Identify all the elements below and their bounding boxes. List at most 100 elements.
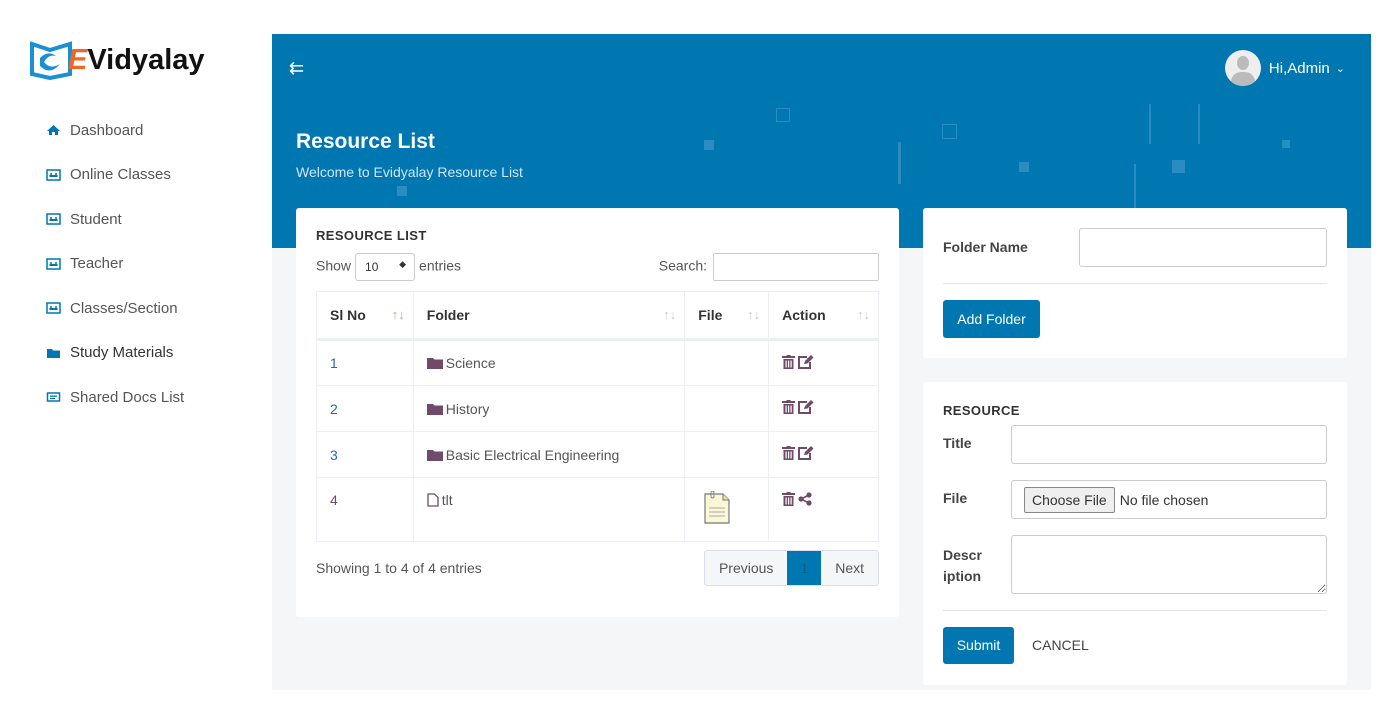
cancel-button[interactable]: CANCEL bbox=[1032, 637, 1089, 653]
sidebar-item-label: Study Materials bbox=[70, 344, 174, 362]
column-header-sl-no[interactable]: Sl No ↑↓ bbox=[316, 291, 414, 341]
action-cell bbox=[768, 477, 879, 542]
file-input[interactable]: Choose File No file chosen bbox=[1011, 480, 1327, 519]
sidebar: E Vidyalay Dashboard Online Classes Student… bbox=[0, 0, 272, 728]
pagination: Previous 1 Next bbox=[703, 550, 879, 586]
folder-icon bbox=[46, 347, 70, 359]
file-cell bbox=[684, 385, 770, 432]
search-label: Search: bbox=[658, 257, 707, 274]
sidebar-item-label: Dashboard bbox=[70, 121, 144, 139]
sl-no: 2 bbox=[316, 385, 414, 432]
presentation-icon bbox=[46, 169, 70, 181]
edit-icon[interactable] bbox=[798, 400, 814, 414]
trash-icon[interactable] bbox=[782, 446, 796, 460]
folder-cell[interactable]: History bbox=[412, 385, 686, 432]
sort-icon: ↑↓ bbox=[663, 307, 677, 322]
description-label: Descr iption bbox=[943, 547, 982, 584]
search-input[interactable] bbox=[713, 253, 879, 281]
choose-file-button[interactable]: Choose File bbox=[1024, 486, 1115, 513]
sidebar-item-classes-section[interactable]: Classes/Section bbox=[46, 286, 184, 331]
submit-button[interactable]: Submit bbox=[943, 627, 1014, 664]
sidebar-item-study-materials[interactable]: Study Materials bbox=[46, 331, 184, 376]
user-menu[interactable]: Hi,Admin ⌄ bbox=[1224, 50, 1345, 86]
sidebar-item-label: Shared Docs List bbox=[70, 388, 185, 406]
sidebar-item-dashboard[interactable]: Dashboard bbox=[46, 108, 184, 153]
folder-cell[interactable]: Science bbox=[412, 339, 686, 386]
file-cell bbox=[684, 431, 770, 478]
folder-icon bbox=[426, 403, 443, 415]
table-row: 4 tlt bbox=[316, 477, 879, 542]
show-label: Show bbox=[316, 257, 352, 274]
sidebar-item-student[interactable]: Student bbox=[46, 197, 184, 242]
table-row: 1 Science bbox=[316, 339, 879, 386]
column-header-folder[interactable]: Folder ↑↓ bbox=[412, 291, 686, 341]
trash-icon[interactable] bbox=[782, 492, 796, 506]
table-info: Showing 1 to 4 of 4 entries bbox=[316, 560, 482, 576]
trash-icon[interactable] bbox=[782, 354, 796, 369]
presentation-icon bbox=[46, 258, 70, 270]
sidebar-item-shared-docs-list[interactable]: Shared Docs List bbox=[46, 375, 184, 420]
sl-no: 1 bbox=[316, 339, 414, 386]
file-status: No file chosen bbox=[1119, 491, 1209, 508]
title-label: Title bbox=[943, 435, 972, 451]
resource-heading: RESOURCE bbox=[943, 403, 1020, 418]
user-greeting: Hi,Admin bbox=[1268, 59, 1330, 77]
sl-no: 3 bbox=[316, 431, 414, 478]
edit-icon[interactable] bbox=[798, 446, 814, 460]
presentation-icon bbox=[46, 302, 70, 314]
document-thumbnail-icon[interactable] bbox=[703, 490, 731, 525]
sidebar-nav: Dashboard Online Classes Student Teacher Cla… bbox=[46, 108, 184, 420]
sidebar-item-label: Teacher bbox=[70, 255, 124, 273]
sort-icon: ↑↓ bbox=[747, 307, 761, 322]
sidebar-item-label: Classes/Section bbox=[70, 299, 178, 317]
presentation-icon bbox=[46, 213, 70, 225]
sl-no: 4 bbox=[316, 477, 414, 542]
file-cell bbox=[684, 339, 770, 386]
folder-icon bbox=[426, 449, 443, 461]
column-header-action[interactable]: Action ↑↓ bbox=[768, 291, 879, 341]
page-title: Resource List bbox=[296, 130, 435, 153]
page-subtitle: Welcome to Evidyalay Resource List bbox=[296, 164, 523, 180]
file-cell bbox=[684, 477, 770, 542]
entries-label: entries bbox=[419, 257, 462, 274]
sort-icon: ↑↓ bbox=[391, 307, 405, 322]
logo[interactable]: E Vidyalay bbox=[30, 40, 205, 80]
folder-form-card: Folder Name Add Folder bbox=[923, 208, 1347, 358]
home-icon bbox=[46, 124, 70, 136]
share-icon[interactable] bbox=[798, 492, 812, 506]
previous-button[interactable]: Previous bbox=[704, 551, 788, 585]
folder-name-label: Folder Name bbox=[943, 239, 1028, 255]
sort-icon: ↑↓ bbox=[857, 307, 870, 322]
sidebar-item-teacher[interactable]: Teacher bbox=[46, 242, 184, 287]
resource-table: Sl No ↑↓ Folder ↑↓ File ↑↓ Action ↑↓ 1 Science 2 H… bbox=[316, 291, 879, 542]
file-label: File bbox=[943, 490, 968, 506]
folder-cell[interactable]: tlt bbox=[412, 477, 686, 542]
description-textarea[interactable] bbox=[1011, 535, 1327, 594]
sidebar-toggle-button[interactable]: ⇇ bbox=[289, 58, 304, 79]
avatar bbox=[1224, 50, 1261, 86]
trash-icon[interactable] bbox=[782, 400, 796, 414]
main-area: ⇇ Hi,Admin ⌄ Resource List Welcome to Ev… bbox=[272, 34, 1371, 690]
file-icon bbox=[427, 493, 439, 507]
add-folder-button[interactable]: Add Folder bbox=[943, 300, 1040, 338]
folder-cell[interactable]: Basic Electrical Engineering bbox=[412, 431, 686, 478]
sidebar-item-label: Online Classes bbox=[70, 166, 171, 184]
edit-icon[interactable] bbox=[798, 354, 814, 369]
id-card-icon bbox=[46, 391, 70, 403]
title-input[interactable] bbox=[1011, 425, 1327, 464]
sidebar-item-label: Student bbox=[70, 210, 122, 228]
table-row: 3 Basic Electrical Engineering bbox=[316, 431, 879, 478]
column-header-file[interactable]: File ↑↓ bbox=[684, 291, 770, 341]
folder-name-input[interactable] bbox=[1079, 228, 1327, 267]
page-1-button[interactable]: 1 bbox=[787, 551, 822, 585]
resource-form-card: RESOURCE Title File Choose File No file … bbox=[923, 382, 1347, 685]
resource-list-card: RESOURCE LIST Show 10 ◆ entries Search: Sl … bbox=[296, 208, 899, 617]
action-cell bbox=[768, 385, 879, 432]
table-row: 2 History bbox=[316, 385, 879, 432]
next-button[interactable]: Next bbox=[821, 551, 878, 585]
folder-icon bbox=[426, 358, 443, 369]
chevron-down-icon: ⌄ bbox=[1335, 62, 1345, 75]
entries-select[interactable]: 10 ◆ bbox=[355, 253, 416, 281]
sidebar-item-online-classes[interactable]: Online Classes bbox=[46, 153, 184, 198]
card-heading: RESOURCE LIST bbox=[316, 228, 427, 243]
